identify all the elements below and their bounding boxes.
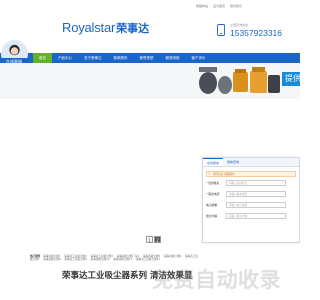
util-link-homepage[interactable]: 设为首页 <box>213 4 225 8</box>
logo-text-en: Royalstar <box>62 20 116 35</box>
form-tabs: 在线留言 微信咨询 <box>203 158 299 167</box>
message-field[interactable]: 请输入留言内容 <box>226 213 286 219</box>
nav-item-home[interactable]: 首页 <box>33 53 52 63</box>
hotline-number[interactable]: 15357923316 <box>230 28 282 38</box>
tab-online-message[interactable]: 在线留言 <box>203 158 224 166</box>
name-field[interactable]: 请输入您的姓名 <box>226 180 286 186</box>
message-form: 在线留言 微信咨询 填写信息 获取报价 * 您的姓名 请输入您的姓名 * 联系电… <box>202 157 300 243</box>
page: 收藏本站 设为首页 联系我们 Royalstar 荣事达 全国咨询热线 1535… <box>0 0 300 300</box>
form-row-message: 留言内容 请输入留言内容 <box>206 213 296 219</box>
nav-item-service[interactable]: 服务网络 <box>160 53 186 63</box>
util-link-contact[interactable]: 联系我们 <box>230 4 242 8</box>
hot-link[interactable]: 荣事达工业吸尘器12 <box>136 258 160 261</box>
util-link-favorite[interactable]: 收藏本站 <box>196 4 208 8</box>
util-links: 收藏本站 设为首页 联系我们 <box>196 4 242 8</box>
logo-text-cn: 荣事达 <box>116 22 150 35</box>
form-row-name: * 您的姓名 请输入您的姓名 <box>206 180 296 186</box>
phone-icon <box>217 24 225 36</box>
email-label: 电子邮箱 <box>206 203 218 207</box>
message-label: 留言内容 <box>206 214 218 218</box>
hot-links: 热门推荐 荣事达吸尘器1 荣事达工业吸尘器2 荣事达工业吸尘器3 荣事达吸尘器厂… <box>30 255 200 262</box>
name-label: * 您的姓名 <box>206 181 220 185</box>
nav-item-products[interactable]: 产品中心 <box>52 53 78 63</box>
hotline-label: 全国咨询热线 <box>230 23 249 27</box>
nav-item-about[interactable]: 关于荣事达 <box>78 53 108 63</box>
tab-wechat[interactable]: 微信咨询 <box>223 158 243 166</box>
pager-page-2[interactable]: 2 <box>154 236 161 243</box>
banner-promo-text: 提供 <box>282 72 300 86</box>
hot-link[interactable]: 荣事达吸尘器11 <box>113 258 132 261</box>
phone-label: * 联系电话 <box>206 192 220 196</box>
email-field[interactable]: 请输入电子邮箱 <box>226 202 286 208</box>
hot-link[interactable]: 荣事达吸尘器10 <box>91 258 110 261</box>
banner-products-image <box>0 63 300 99</box>
site-logo[interactable]: Royalstar 荣事达 <box>62 20 149 36</box>
main-nav: 首页 产品中心 关于荣事达 新闻资讯 荣誉资质 服务网络 客户评价 <box>33 53 212 63</box>
nav-item-reviews[interactable]: 客户评价 <box>186 53 212 63</box>
hot-link[interactable]: 荣事达工业吸尘器9 <box>64 258 86 261</box>
pager-page-1[interactable]: 1 <box>146 236 153 243</box>
nav-item-news[interactable]: 新闻资讯 <box>108 53 134 63</box>
hot-link[interactable]: 荣事达吸尘器6 <box>164 255 181 258</box>
hero-banner[interactable] <box>0 63 300 99</box>
watermark-text: 免费自动收录 <box>152 268 281 292</box>
form-notice: 填写信息 获取报价 <box>206 171 296 177</box>
banner-pager: 1 2 <box>146 236 161 243</box>
form-row-phone: * 联系电话 请输入联系电话 <box>206 191 296 197</box>
phone-field[interactable]: 请输入联系电话 <box>226 191 286 197</box>
hot-link[interactable]: 荣事达吸尘器8 <box>43 258 60 261</box>
form-row-email: 电子邮箱 请输入电子邮箱 <box>206 202 296 208</box>
nav-item-honors[interactable]: 荣誉资质 <box>134 53 160 63</box>
